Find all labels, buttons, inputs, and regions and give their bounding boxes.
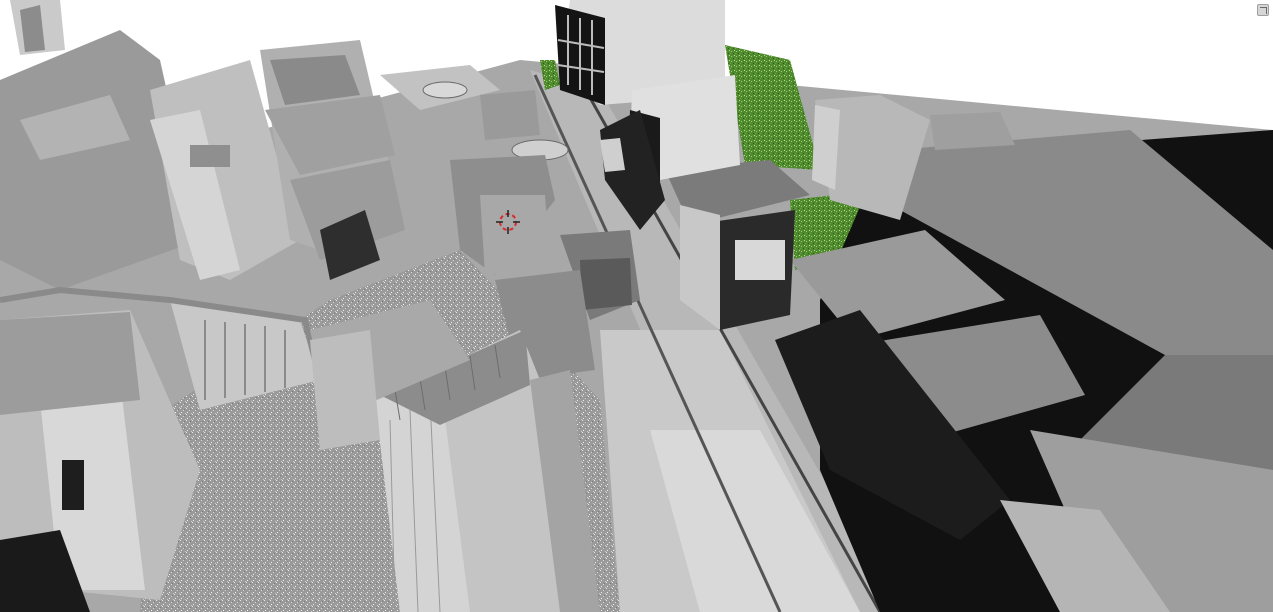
- maximize-icon[interactable]: [1257, 4, 1269, 16]
- 3d-viewport[interactable]: [0, 0, 1273, 612]
- 3d-cursor-icon[interactable]: [0, 0, 1273, 612]
